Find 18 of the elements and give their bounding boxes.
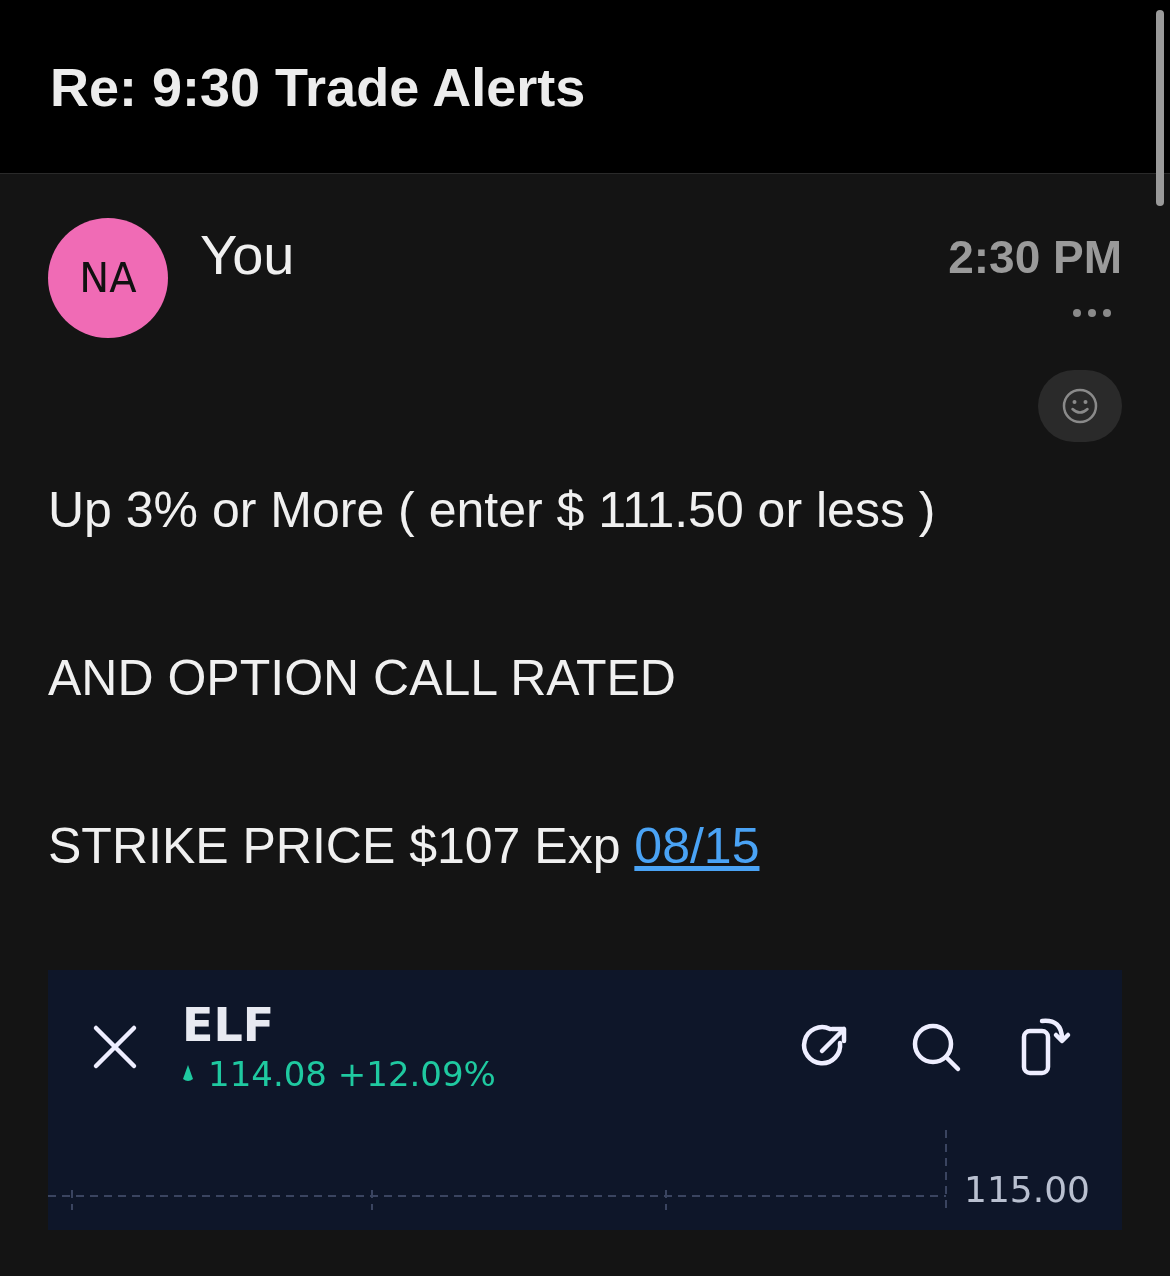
close-icon[interactable] xyxy=(92,1024,138,1070)
date-link[interactable]: 08/15 xyxy=(634,818,760,874)
scrollbar[interactable] xyxy=(1156,10,1164,206)
price-axis-label: 115.00 xyxy=(964,1169,1090,1210)
avatar: NA xyxy=(48,218,168,338)
rotate-icon[interactable] xyxy=(1020,1017,1072,1077)
thread-title: Re: 9:30 Trade Alerts xyxy=(50,55,586,118)
message-text: AND OPTION CALL RATED xyxy=(48,649,677,708)
ticker-symbol: ELF xyxy=(182,1000,276,1050)
sender-name: You xyxy=(200,222,295,287)
message-text: STRIKE PRICE $107 Exp 08/15 xyxy=(48,817,761,876)
search-icon[interactable] xyxy=(910,1021,962,1073)
more-icon[interactable] xyxy=(1072,308,1112,318)
message-text: Up 3% or More ( enter $ 111.50 or less ) xyxy=(48,481,937,540)
up-arrow-icon xyxy=(182,1065,194,1083)
smiley-icon xyxy=(1061,387,1099,425)
price-change: 114.08 +12.09% xyxy=(208,1054,496,1094)
message-time: 2:30 PM xyxy=(948,230,1122,284)
